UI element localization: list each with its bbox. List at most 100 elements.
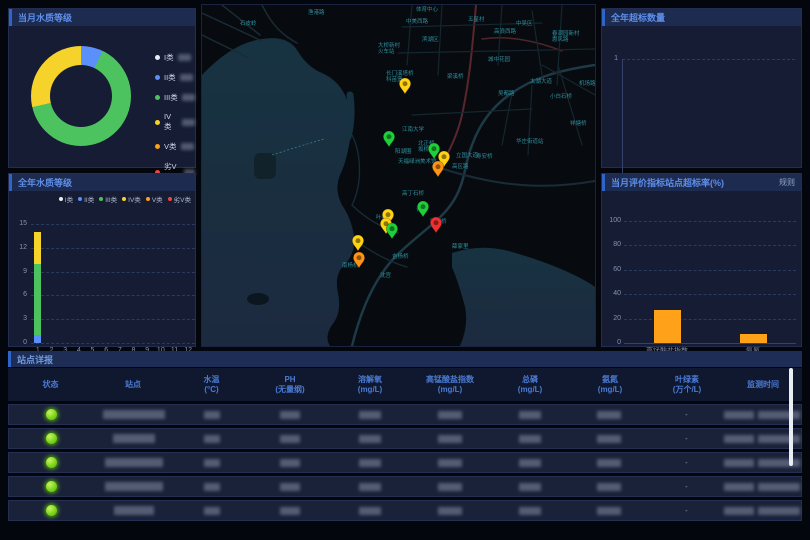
map-place-label: 城中花园	[488, 55, 511, 63]
legend-item-V类[interactable]: V类	[155, 141, 195, 152]
legend-item-II类[interactable]: II类	[155, 72, 195, 83]
map-place-label: 薛家里	[452, 242, 469, 250]
column-header-2: 站点	[93, 380, 173, 390]
cell-col-9: -	[649, 434, 723, 443]
y-tick-label: 9	[11, 268, 27, 276]
legend-dot	[155, 95, 160, 100]
redacted-value	[280, 507, 300, 515]
cell-col-3	[174, 459, 251, 467]
map-place-label: 五星村	[468, 15, 485, 23]
redacted-value	[182, 119, 195, 126]
map-river	[348, 95, 351, 137]
donut-legend: I类II类III类IV类V类劣V类	[155, 52, 195, 183]
cell-col-8	[570, 435, 650, 443]
redacted-time	[758, 507, 800, 515]
redacted-value	[280, 483, 300, 491]
redacted-value	[280, 411, 300, 419]
table-row[interactable]: -	[8, 452, 802, 473]
x-axis-line	[624, 343, 796, 344]
redacted-date	[724, 483, 754, 491]
table-row[interactable]: -	[8, 476, 802, 497]
map-place-label: 梁溪桥	[447, 72, 464, 80]
legend-dot	[155, 144, 160, 149]
stacked-bar-segment[interactable]	[34, 232, 41, 264]
cell-col-2	[94, 410, 174, 419]
map-place-label: 滨湖区	[422, 35, 439, 43]
rules-link[interactable]: 规则	[779, 177, 795, 188]
year-exceed-chart: 10123456789101112	[602, 26, 801, 167]
y-tick-label: 1	[606, 55, 618, 63]
map-place-label: 阳湖围	[395, 147, 412, 155]
redacted-value	[359, 507, 381, 515]
redacted-value	[359, 483, 381, 491]
cell-col-10	[723, 507, 801, 515]
legend-item-III类[interactable]: III类	[155, 92, 195, 103]
redacted-value	[519, 507, 541, 515]
chlorophyll-value: -	[685, 458, 688, 467]
chlorophyll-value: -	[685, 482, 688, 491]
redacted-value	[438, 507, 462, 515]
legend-item-I类[interactable]: I类	[155, 52, 195, 63]
column-header-3: 水温(°C)	[173, 375, 250, 395]
legend-dot	[155, 55, 160, 60]
redacted-value	[519, 483, 541, 491]
panel-month-quality-header: 当月水质等级	[9, 9, 195, 26]
map-place-label: 江南大学	[402, 125, 425, 133]
map-place-label: 中吴区	[516, 19, 533, 27]
redacted-site-name	[114, 506, 154, 515]
panel-year-exceed-header: 全年超标数量	[602, 9, 801, 26]
annual-quality-chart: 03691215123456789101112	[9, 191, 195, 346]
table-row[interactable]: -	[8, 500, 802, 521]
map[interactable]: 石皮岭渔港路大桥新村火车站体育中心中美西路五星村中吴区滨湖区高浪西路春潮园新村惠…	[201, 4, 596, 347]
redacted-value	[204, 459, 220, 467]
y-tick-label: 80	[604, 241, 621, 249]
cell-col-4	[250, 483, 330, 491]
legend-dot	[155, 75, 160, 80]
cell-col-6	[410, 435, 490, 443]
redacted-time	[758, 483, 800, 491]
table-body: - - - - -	[8, 404, 802, 521]
redacted-value	[359, 459, 381, 467]
map-place-label: 体育中心	[416, 5, 439, 13]
chlorophyll-value: -	[685, 434, 688, 443]
map-place-label: 小白石桥	[550, 92, 573, 100]
gridline	[31, 319, 195, 320]
redacted-value	[280, 435, 300, 443]
column-header-9: 叶绿素(万个/L)	[650, 375, 724, 395]
cell-col-6	[410, 411, 490, 419]
legend-item-IV类[interactable]: IV类	[155, 112, 195, 132]
gridline	[31, 343, 195, 344]
rate-bar-氨氮[interactable]	[740, 334, 767, 343]
stacked-bar-segment[interactable]	[34, 335, 41, 343]
cell-col-6	[410, 459, 490, 467]
table-row[interactable]: -	[8, 404, 802, 425]
map-water-bay	[202, 38, 354, 346]
map-svg: 石皮岭渔港路大桥新村火车站体育中心中美西路五星村中吴区滨湖区高浪西路春潮园新村惠…	[202, 5, 595, 346]
table-row[interactable]: -	[8, 428, 802, 449]
panel-year-exceed: 全年超标数量 10123456789101112	[601, 8, 802, 168]
redacted-value	[519, 459, 541, 467]
cell-col-8	[570, 459, 650, 467]
cell-col-4	[250, 507, 330, 515]
stacked-bar-segment[interactable]	[34, 264, 41, 335]
month-quality-chart: I类II类III类IV类V类劣V类	[9, 26, 195, 167]
cell-col-3	[174, 483, 251, 491]
chlorophyll-value: -	[685, 410, 688, 419]
y-tick-label: 0	[11, 339, 27, 347]
rate-bar-高锰酸盐指数[interactable]	[654, 310, 681, 343]
legend-label: IV类	[164, 112, 178, 132]
column-header-1: 状态	[8, 380, 93, 390]
redacted-time	[758, 411, 800, 419]
cell-col-7	[490, 411, 570, 419]
redacted-value	[359, 411, 381, 419]
redacted-value	[280, 459, 300, 467]
redacted-value	[204, 411, 220, 419]
cell-col-7	[490, 435, 570, 443]
redacted-value	[597, 435, 621, 443]
map-place-label: 立国大道	[456, 151, 479, 159]
cell-col-1	[9, 480, 94, 493]
table-scrollbar[interactable]	[789, 368, 793, 466]
gridline	[624, 319, 796, 320]
redacted-value	[204, 483, 220, 491]
redacted-value	[438, 411, 462, 419]
